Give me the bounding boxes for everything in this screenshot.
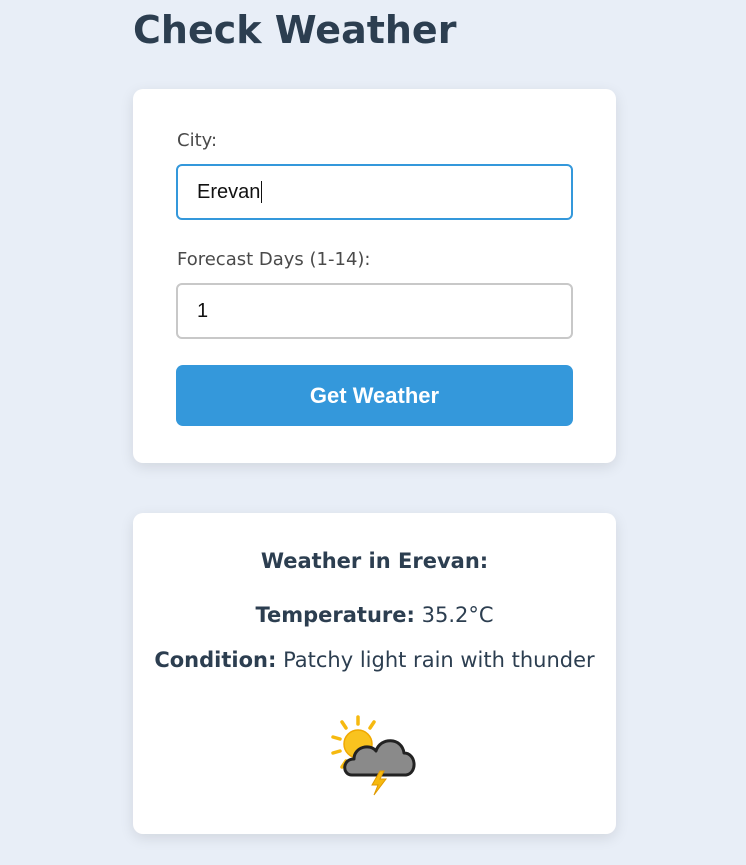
condition-label: Condition: [154,648,277,672]
forecast-days-value: 1 [197,299,209,322]
city-label: City: [177,130,218,151]
forecast-days-label: Forecast Days (1-14): [177,249,371,270]
temperature-line: Temperature: 35.2°C [133,603,616,627]
weather-result: Weather in Erevan: Temperature: 35.2°C C… [133,513,616,834]
city-input-value: Erevan [197,180,261,203]
weather-form: City: Erevan Forecast Days (1-14): 1 Get… [133,89,616,463]
forecast-days-input[interactable]: 1 [176,283,573,339]
result-heading: Weather in Erevan: [260,549,489,573]
sun-cloud-thunder-icon [331,715,416,796]
get-weather-button[interactable]: Get Weather [176,365,573,426]
condition-value: Patchy light rain with thunder [283,648,595,672]
condition-line: Condition: Patchy light rain with thunde… [133,648,616,672]
temperature-label: Temperature: [255,603,415,627]
text-caret [261,181,263,203]
page-title: Check Weather [133,8,457,52]
temperature-value: 35.2°C [421,603,494,627]
city-input[interactable]: Erevan [176,164,573,220]
